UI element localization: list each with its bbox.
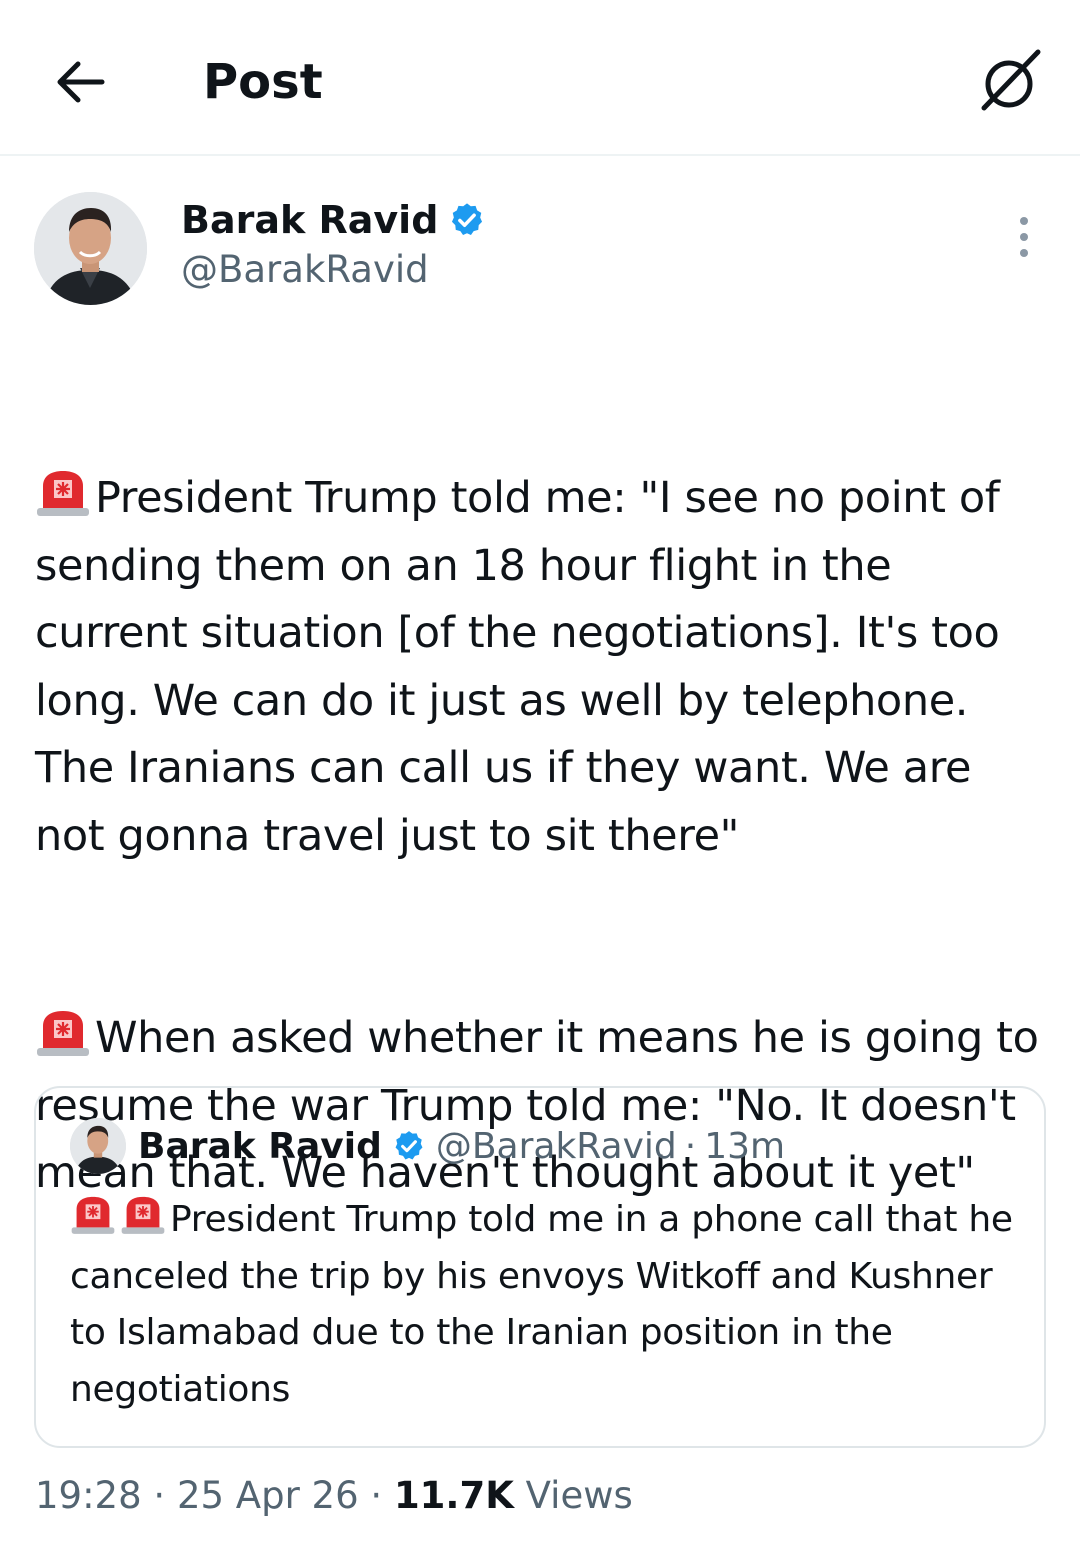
- post-date[interactable]: 25 Apr 26: [177, 1474, 359, 1517]
- profile-photo: [34, 192, 147, 305]
- quoted-text: President Trump told me in a phone call …: [70, 1192, 1030, 1418]
- quoted-avatar: [70, 1118, 126, 1174]
- more-vertical-icon: [1020, 217, 1028, 257]
- arrow-left-icon: [57, 61, 105, 103]
- avatar[interactable]: [34, 192, 147, 305]
- grok-icon: [981, 49, 1041, 111]
- back-button[interactable]: [50, 52, 110, 112]
- quoted-author-handle: @BarakRavid: [435, 1125, 677, 1167]
- views-label: Views: [525, 1474, 633, 1517]
- profile-photo: [70, 1118, 126, 1174]
- verified-badge-icon: [452, 203, 483, 236]
- more-options-button[interactable]: [1004, 212, 1044, 262]
- post-time[interactable]: 19:28: [35, 1474, 142, 1517]
- police-car-light-icon: [121, 1196, 165, 1234]
- tweet-paragraph: President Trump told me: "I see no point…: [35, 465, 1045, 870]
- police-car-light-icon: [37, 471, 89, 516]
- author-name[interactable]: Barak Ravid: [181, 196, 486, 244]
- views-count: 11.7K: [393, 1474, 514, 1517]
- quoted-author-name: Barak Ravid: [138, 1125, 382, 1167]
- quoted-tweet[interactable]: Barak Ravid @BarakRavid · 13m President …: [34, 1086, 1046, 1448]
- quoted-header: Barak Ravid @BarakRavid · 13m: [138, 1118, 785, 1174]
- police-car-light-icon: [71, 1196, 115, 1234]
- tweet-meta: 19:28 · 25 Apr 26 · 11.7K Views: [35, 1470, 633, 1522]
- page-title: Post: [203, 54, 323, 110]
- police-car-light-icon: [37, 1011, 89, 1056]
- separator-dot: ·: [370, 1474, 383, 1517]
- top-bar: Post: [0, 0, 1080, 156]
- grok-button[interactable]: [976, 46, 1046, 116]
- quoted-timestamp: 13m: [704, 1125, 786, 1167]
- verified-badge-icon: [395, 1131, 423, 1160]
- separator-dot: ·: [153, 1474, 166, 1517]
- separator-dot: ·: [684, 1125, 697, 1167]
- author-name-text: Barak Ravid: [181, 198, 439, 242]
- author-handle[interactable]: @BarakRavid: [181, 246, 429, 294]
